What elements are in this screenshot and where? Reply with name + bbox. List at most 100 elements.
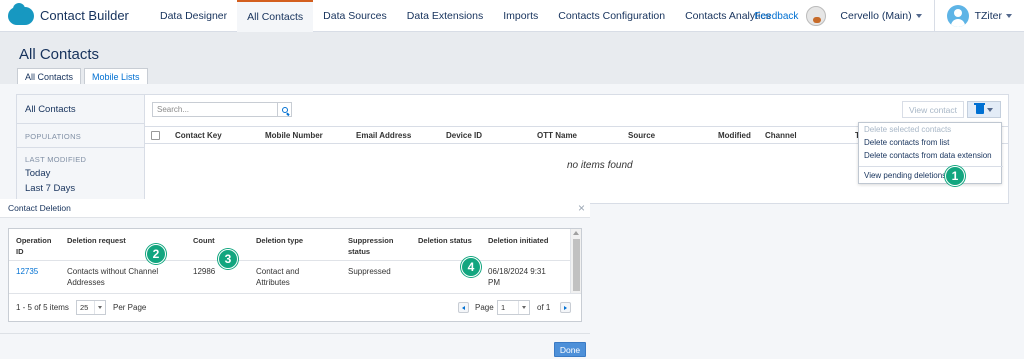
chevron-down-icon — [915, 14, 922, 18]
cell-request-line1: Contacts without Channel — [67, 267, 159, 276]
user-avatar-icon[interactable] — [946, 5, 969, 27]
chevron-down-icon — [986, 107, 993, 112]
cell-suppression-status: Suppressed — [348, 267, 391, 276]
col-operation-id[interactable]: Operation ID — [16, 235, 51, 257]
chevron-right-icon — [564, 305, 567, 310]
chevron-left-icon — [462, 305, 465, 310]
col-suppression-line2: status — [348, 247, 371, 256]
search-icon — [281, 106, 288, 113]
cell-request-line2: Addresses — [67, 278, 105, 287]
tab-all-contacts[interactable]: All Contacts — [237, 0, 314, 32]
col-ott-name[interactable]: OTT Name — [537, 131, 577, 140]
salesforce-cloud-icon — [8, 2, 34, 25]
menu-view-pending-deletions[interactable]: View pending deletions — [864, 171, 946, 180]
empty-state-text: no items found — [567, 160, 633, 171]
business-unit-selector[interactable]: Cervello (Main) — [840, 10, 922, 22]
feedback-link[interactable]: Feedback — [754, 11, 798, 22]
callout-badge-3: 3 — [218, 249, 238, 269]
page-number-value: 1 — [501, 303, 506, 312]
app-root: Contact Builder Data Designer All Contac… — [0, 0, 1024, 359]
callout-badge-1: 1 — [945, 166, 965, 186]
select-all-checkbox[interactable] — [151, 131, 160, 140]
col-source[interactable]: Source — [628, 131, 655, 140]
view-contact-button[interactable]: View contact — [902, 101, 964, 118]
tab-contacts-configuration[interactable]: Contacts Configuration — [548, 0, 675, 32]
page-label: Page — [475, 303, 494, 312]
divider — [17, 123, 145, 124]
delete-menu-button[interactable] — [967, 101, 1001, 118]
page-title: All Contacts — [19, 46, 100, 63]
chevron-down-icon — [1006, 14, 1012, 18]
col-device-id[interactable]: Device ID — [446, 131, 482, 140]
col-contact-key[interactable]: Contact Key — [175, 131, 222, 140]
modal-footer: Done — [0, 333, 590, 359]
cell-deletion-type: Contact and Attributes — [256, 266, 299, 288]
divider — [859, 166, 1003, 167]
col-count[interactable]: Count — [193, 235, 215, 246]
next-page-button[interactable] — [560, 302, 571, 313]
col-mobile-number[interactable]: Mobile Number — [265, 131, 323, 140]
col-suppression-status[interactable]: Suppression status — [348, 235, 393, 257]
leftnav-today[interactable]: Today — [25, 168, 50, 179]
subtab-all-contacts[interactable]: All Contacts — [17, 68, 82, 84]
prev-page-button[interactable] — [458, 302, 469, 313]
grid-scrollbar[interactable] — [570, 229, 581, 293]
cell-type-line2: Attributes — [256, 278, 290, 287]
page-count: of 1 — [537, 303, 551, 312]
user-name: TZiter — [974, 10, 1002, 22]
top-nav: Contact Builder Data Designer All Contac… — [0, 0, 1024, 32]
deletion-grid: Operation ID Deletion request Count Dele… — [8, 228, 582, 322]
divider — [933, 0, 935, 32]
callout-badge-2: 2 — [146, 244, 166, 264]
leftnav-all-contacts[interactable]: All Contacts — [25, 104, 76, 115]
scroll-up-icon[interactable] — [573, 231, 579, 235]
col-deletion-initiated[interactable]: Deletion initiated — [488, 235, 548, 246]
modal-title: Contact Deletion — [8, 203, 71, 213]
col-deletion-status[interactable]: Deletion status — [418, 235, 472, 246]
leftnav-last-7-days[interactable]: Last 7 Days — [25, 183, 75, 194]
operation-id-link[interactable]: 12735 — [16, 266, 38, 277]
menu-delete-from-list[interactable]: Delete contacts from list — [864, 138, 949, 147]
pager: 1 - 5 of 5 items 25 Per Page Page 1 of 1 — [9, 293, 581, 321]
nav-right: Feedback Cervello (Main) TZiter — [754, 0, 1024, 32]
col-suppression-line1: Suppression — [348, 236, 394, 245]
callout-badge-4: 4 — [461, 257, 481, 277]
cell-deletion-initiated: 06/18/2024 9:31 PM — [488, 266, 546, 288]
subtab-mobile-lists[interactable]: Mobile Lists — [84, 68, 148, 84]
astro-avatar-icon[interactable] — [806, 6, 827, 26]
brand[interactable]: Contact Builder — [0, 2, 150, 25]
col-email-address[interactable]: Email Address — [356, 131, 411, 140]
divider — [17, 147, 145, 148]
page-header: All Contacts All Contacts Mobile Lists — [0, 32, 1024, 84]
business-unit-label: Cervello (Main) — [840, 10, 912, 22]
scrollbar-thumb[interactable] — [573, 239, 580, 291]
search-button[interactable] — [277, 103, 291, 116]
user-menu[interactable]: TZiter — [975, 10, 1012, 22]
col-deletion-type[interactable]: Deletion type — [256, 235, 303, 246]
subtabs: All Contacts Mobile Lists — [17, 68, 151, 84]
tab-data-sources[interactable]: Data Sources — [313, 0, 397, 32]
col-deletion-request[interactable]: Deletion request — [67, 235, 126, 246]
cell-initiated-line2: PM — [488, 278, 500, 287]
per-page-label: Per Page — [113, 303, 147, 312]
tab-imports[interactable]: Imports — [493, 0, 548, 32]
trash-icon — [974, 103, 985, 114]
tab-data-extensions[interactable]: Data Extensions — [397, 0, 493, 32]
cell-initiated-line1: 06/18/2024 9:31 — [488, 267, 546, 276]
left-nav: All Contacts POPULATIONS LAST MODIFIED T… — [17, 95, 145, 205]
nav-tabs: Data Designer All Contacts Data Sources … — [150, 0, 781, 32]
page-size-value: 25 — [80, 303, 89, 312]
col-channel[interactable]: Channel — [765, 131, 797, 140]
page-size-select[interactable]: 25 — [76, 300, 106, 315]
done-button[interactable]: Done — [554, 342, 586, 357]
chevron-down-icon — [518, 301, 529, 314]
menu-delete-from-data-extension[interactable]: Delete contacts from data extension — [864, 151, 992, 160]
tab-data-designer[interactable]: Data Designer — [150, 0, 237, 32]
search-input[interactable]: Search... — [152, 102, 292, 117]
page-number-select[interactable]: 1 — [497, 300, 530, 315]
cell-type-line1: Contact and — [256, 267, 300, 276]
menu-delete-selected: Delete selected contacts — [864, 125, 952, 134]
col-modified[interactable]: Modified — [718, 131, 751, 140]
chevron-down-icon — [94, 301, 105, 314]
close-icon[interactable]: × — [578, 201, 585, 215]
